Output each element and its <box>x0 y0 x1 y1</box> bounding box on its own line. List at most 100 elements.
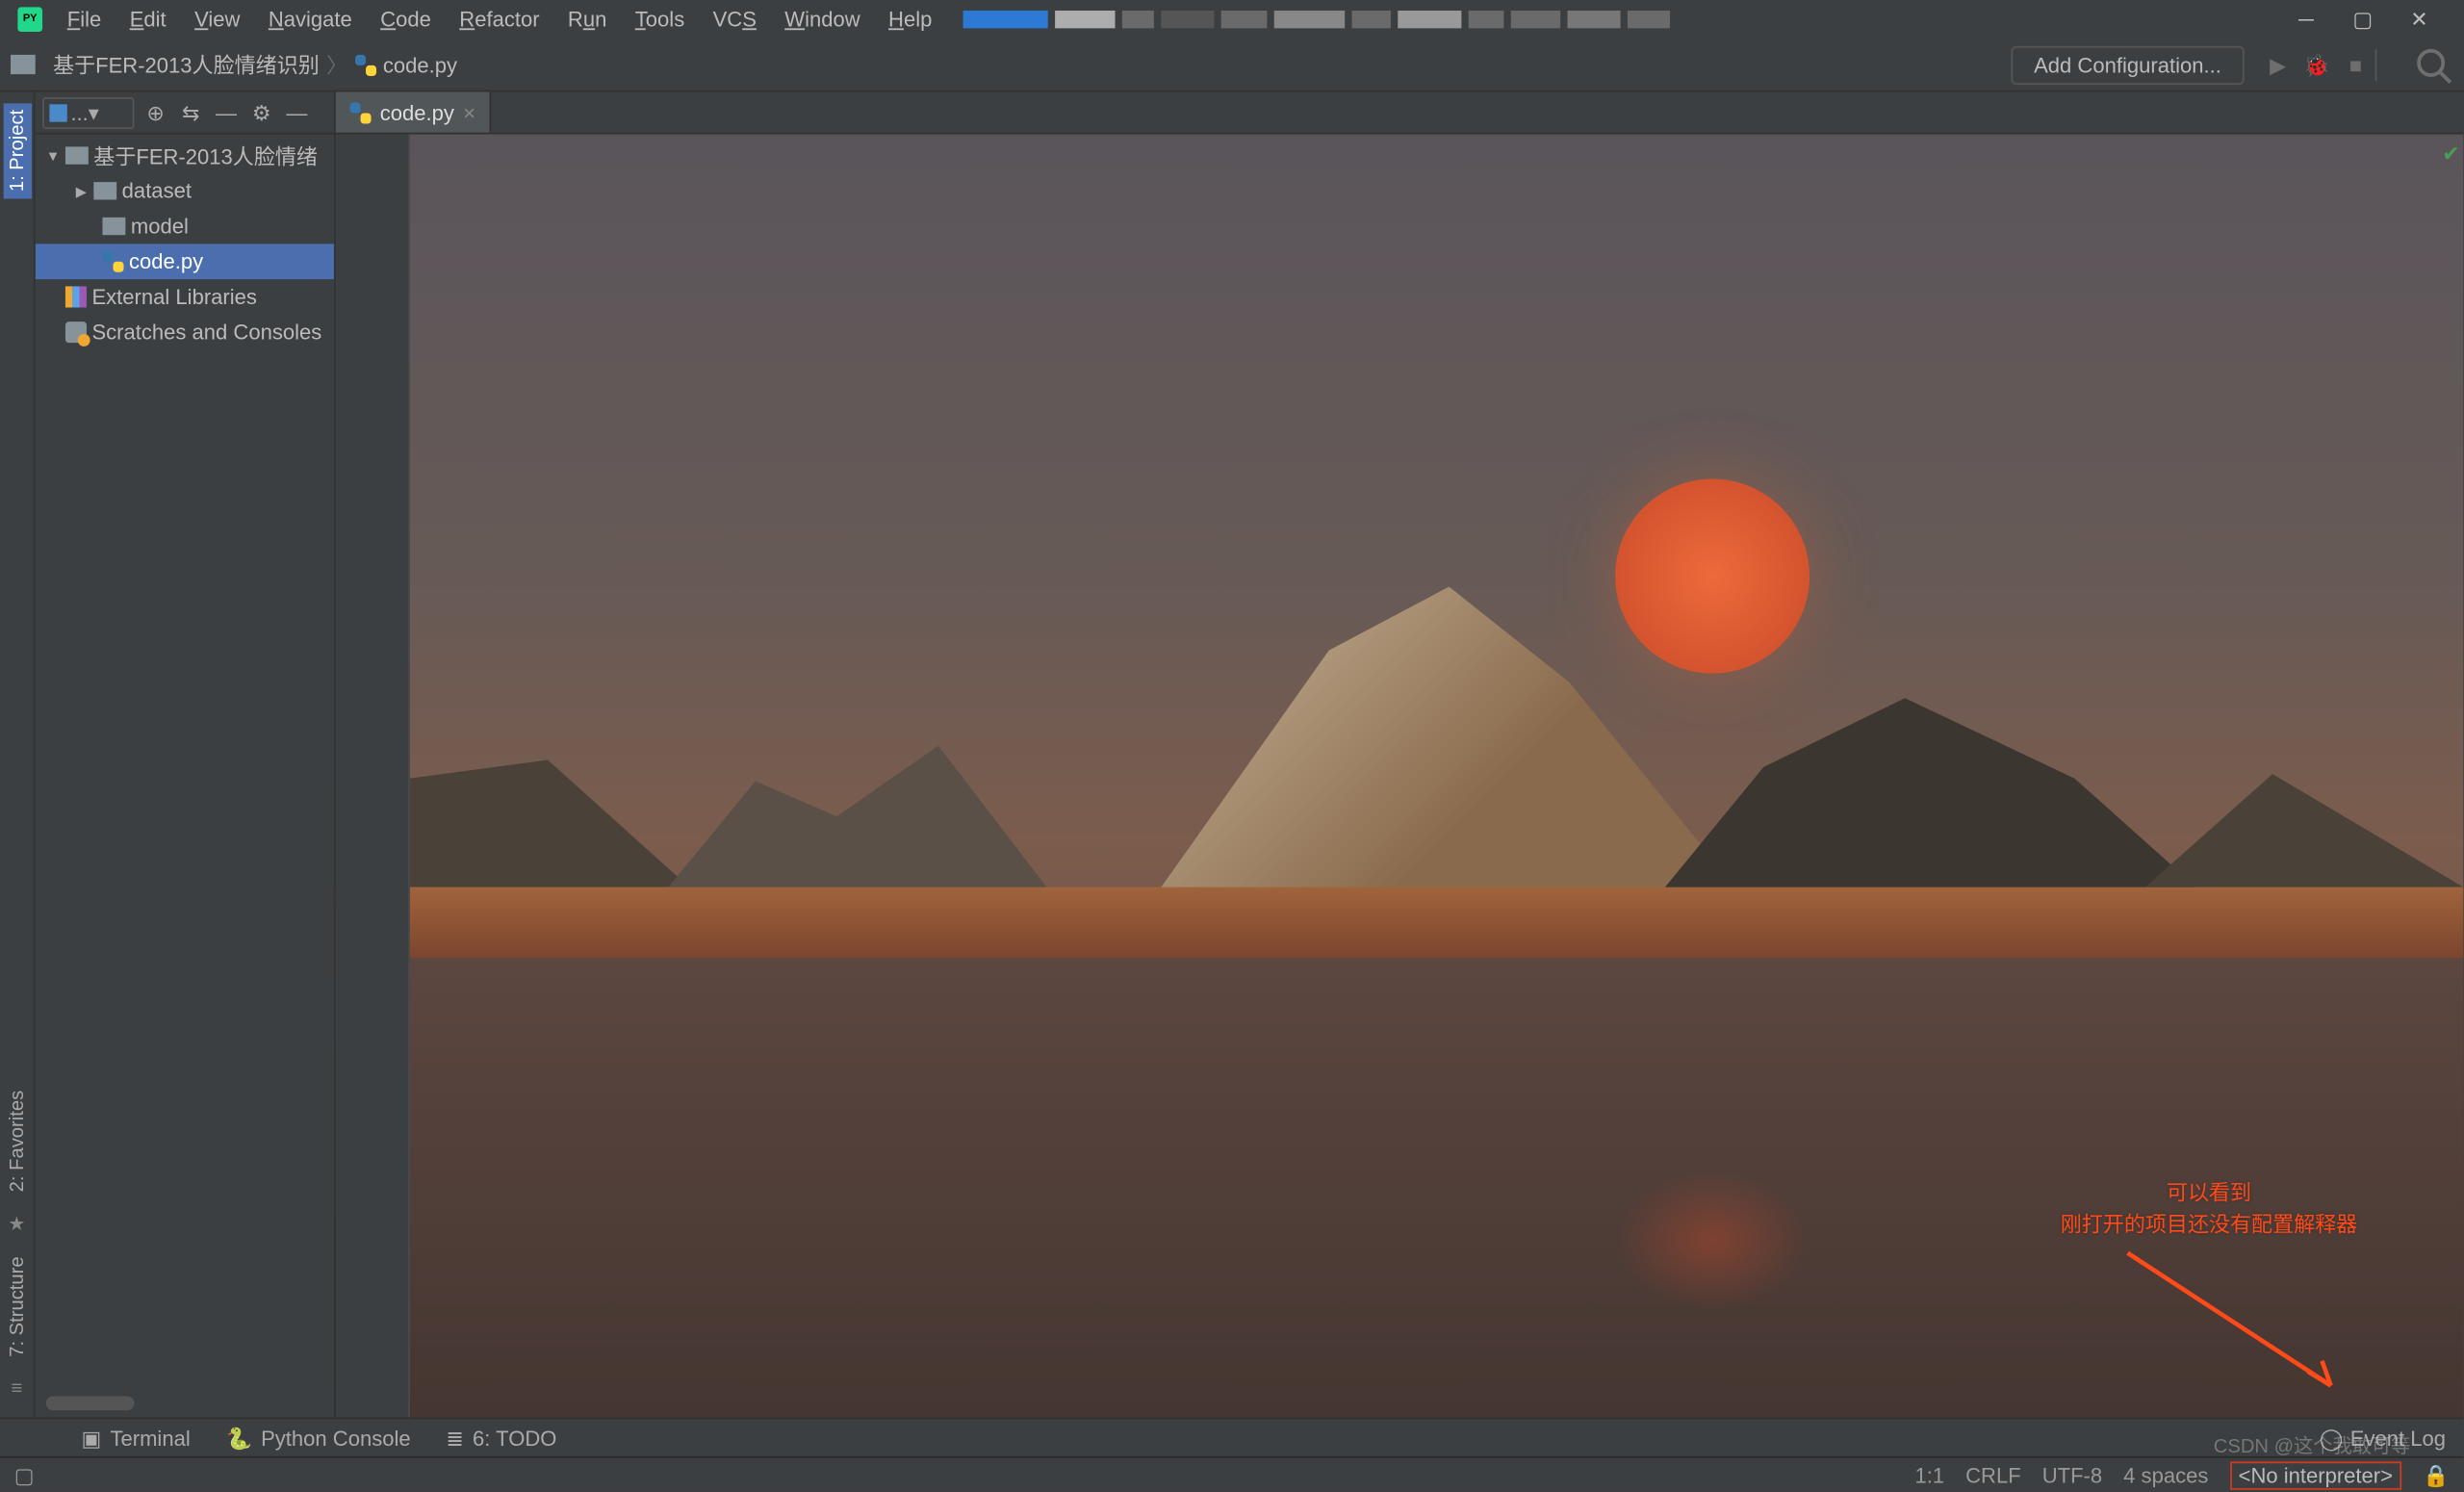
expand-icon[interactable]: ⇆ <box>177 100 205 125</box>
tree-root-label: 基于FER-2013人脸情绪 <box>93 141 318 170</box>
project-view-selector-label: ...▾ <box>70 100 98 125</box>
breadcrumb: 基于FER-2013人脸情绪识别 〉 code.py <box>11 49 457 79</box>
menu-view[interactable]: View <box>180 4 254 36</box>
tree-scratches[interactable]: Scratches and Consoles <box>36 315 334 350</box>
breadcrumb-sep: 〉 <box>326 49 347 79</box>
menu-edit[interactable]: Edit <box>116 4 180 36</box>
menu-window[interactable]: Window <box>771 4 875 36</box>
status-lock-icon[interactable]: 🔒 <box>2423 1462 2449 1487</box>
status-indent[interactable]: 4 spaces <box>2123 1462 2208 1487</box>
checkmark-icon: ✔ <box>2442 141 2459 167</box>
rail-tab-favorites[interactable]: 2: Favorites <box>6 1090 27 1192</box>
folder-icon <box>93 182 116 199</box>
folder-icon <box>102 218 125 235</box>
watermark: CSDN @这个我敢可等 <box>2214 1431 2411 1459</box>
tree-root[interactable]: ▼ 基于FER-2013人脸情绪 <box>36 138 334 173</box>
python-console-label: Python Console <box>261 1426 411 1451</box>
status-panel-icon[interactable]: ▢ <box>14 1462 35 1487</box>
breadcrumb-file-label: code.py <box>383 52 457 77</box>
project-tool-window: ...▾ ⊕ ⇆ — ⚙ — ▼ 基于FER-2013人脸情绪 ▶ datase… <box>36 91 336 1417</box>
locate-icon[interactable]: ⊕ <box>141 100 169 125</box>
todo-icon: ≣ <box>446 1426 463 1451</box>
settings-icon[interactable]: ⚙ <box>247 100 275 125</box>
project-panel-header: ...▾ ⊕ ⇆ — ⚙ — <box>36 91 334 134</box>
tree-dataset[interactable]: ▶ dataset <box>36 173 334 209</box>
menu-vcs[interactable]: VCS <box>699 4 771 36</box>
window-maximize-button[interactable]: ▢ <box>2340 2 2386 38</box>
left-tool-rail: 1: Project 2: Favorites ★ 7: Structure ≡ <box>0 91 36 1417</box>
menu-run[interactable]: Run <box>553 4 621 36</box>
app-icon <box>17 7 42 32</box>
tree-dataset-label: dataset <box>122 178 192 203</box>
tree-extlib-label: External Libraries <box>91 285 256 310</box>
python-file-icon <box>350 102 372 123</box>
python-file-icon <box>102 251 123 272</box>
hide-icon[interactable]: — <box>283 100 311 125</box>
editor-content[interactable]: ✔ 可以看到 刚打开的项目还没有配置解释器 <box>336 135 2464 1418</box>
terminal-tab[interactable]: ▣ Terminal <box>81 1426 190 1451</box>
status-position[interactable]: 1:1 <box>1914 1462 1944 1487</box>
add-configuration-button[interactable]: Add Configuration... <box>2011 45 2244 84</box>
window-minimize-button[interactable]: ─ <box>2283 2 2329 38</box>
nav-bar: 基于FER-2013人脸情绪识别 〉 code.py Add Configura… <box>0 39 2463 91</box>
project-tree: ▼ 基于FER-2013人脸情绪 ▶ dataset model code.py <box>36 135 334 1397</box>
annotation-text: 可以看到 刚打开的项目还没有配置解释器 <box>2061 1177 2357 1241</box>
python-file-icon <box>355 54 376 75</box>
status-bar: ▢ 1:1 CRLF UTF-8 4 spaces <No interprete… <box>0 1456 2463 1492</box>
todo-label: 6: TODO <box>473 1426 556 1451</box>
editor-gutter <box>336 135 410 1418</box>
menu-refactor[interactable]: Refactor <box>446 4 554 36</box>
chevron-right-icon: ▶ <box>74 183 89 199</box>
star-icon: ★ <box>8 1213 25 1236</box>
folder-icon <box>11 55 36 74</box>
tree-model[interactable]: model <box>36 209 334 244</box>
annotation-arrow <box>2110 1245 2357 1403</box>
scratches-icon <box>65 322 87 343</box>
libraries-icon <box>65 286 87 307</box>
status-lineending[interactable]: CRLF <box>1965 1462 2021 1487</box>
todo-tab[interactable]: ≣ 6: TODO <box>446 1426 556 1451</box>
tree-scratches-label: Scratches and Consoles <box>91 320 321 345</box>
rail-tab-structure[interactable]: 7: Structure <box>6 1257 27 1357</box>
tree-codepy-label: code.py <box>129 249 203 274</box>
menu-tools[interactable]: Tools <box>621 4 699 36</box>
editor-area: code.py × ✔ <box>336 91 2464 1417</box>
terminal-label: Terminal <box>110 1426 190 1451</box>
menu-code[interactable]: Code <box>367 4 446 36</box>
menu-help[interactable]: Help <box>874 4 946 36</box>
horizontal-scrollbar[interactable] <box>46 1396 135 1410</box>
stop-icon[interactable]: ■ <box>2336 45 2374 84</box>
window-close-button[interactable]: ✕ <box>2397 2 2443 38</box>
annotation-line1: 可以看到 <box>2061 1177 2357 1209</box>
bottom-tool-bar: ▣ Terminal 🐍 Python Console ≣ 6: TODO ◯ … <box>0 1417 2463 1455</box>
run-icon[interactable]: ▶ <box>2258 45 2297 84</box>
collapse-icon[interactable]: — <box>212 100 240 125</box>
breadcrumb-project[interactable]: 基于FER-2013人脸情绪识别 <box>53 49 320 79</box>
menu-file[interactable]: File <box>53 4 116 36</box>
python-icon: 🐍 <box>225 1426 251 1451</box>
tree-external-libraries[interactable]: External Libraries <box>36 279 334 315</box>
status-interpreter[interactable]: <No interpreter> <box>2229 1460 2401 1488</box>
menu-navigate[interactable]: Navigate <box>254 4 366 36</box>
folder-icon <box>65 146 89 164</box>
close-icon[interactable]: × <box>463 100 475 125</box>
rail-tab-project[interactable]: 1: Project <box>3 102 31 198</box>
structure-icon: ≡ <box>12 1378 23 1400</box>
debug-icon[interactable]: 🐞 <box>2297 45 2336 84</box>
python-console-tab[interactable]: 🐍 Python Console <box>225 1426 410 1451</box>
status-encoding[interactable]: UTF-8 <box>2042 1462 2102 1487</box>
editor-tab-codepy[interactable]: code.py × <box>336 91 492 132</box>
annotation-line2: 刚打开的项目还没有配置解释器 <box>2061 1209 2357 1241</box>
editor-tab-label: code.py <box>380 100 454 125</box>
editor-marker-bar: ✔ <box>2442 135 2463 1418</box>
search-icon[interactable] <box>2414 45 2452 84</box>
editor-tab-bar: code.py × <box>336 91 2464 134</box>
tree-codepy[interactable]: code.py <box>36 244 334 279</box>
chevron-down-icon: ▼ <box>46 147 61 164</box>
breadcrumb-file[interactable]: code.py <box>355 52 458 77</box>
menu-bar: File Edit View Navigate Code Refactor Ru… <box>0 0 2463 39</box>
tree-model-label: model <box>131 214 189 239</box>
terminal-icon: ▣ <box>81 1426 101 1451</box>
project-view-selector[interactable]: ...▾ <box>42 96 134 128</box>
title-censored <box>963 7 2265 32</box>
